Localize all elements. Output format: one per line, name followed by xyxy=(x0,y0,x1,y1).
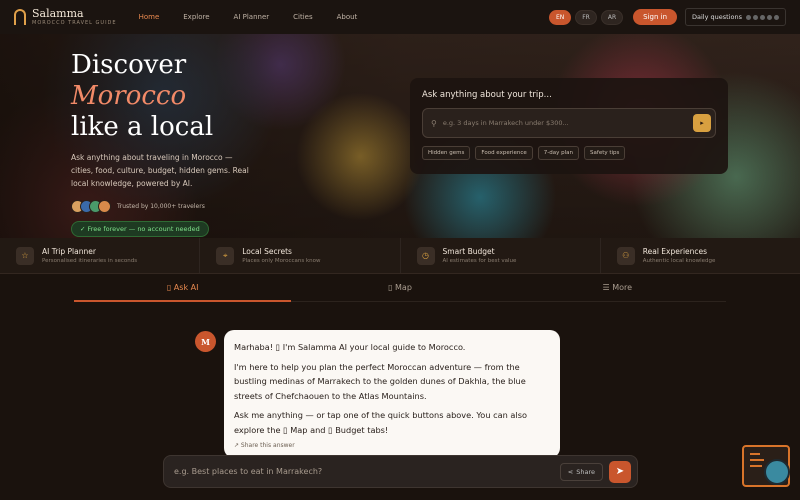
sign-in-button[interactable]: Sign in xyxy=(633,9,678,25)
lang-en-button[interactable]: EN xyxy=(548,9,572,25)
trip-question-input[interactable]: ⚲ e.g. 3 days in Marrakech under $300...… xyxy=(422,108,716,138)
feature-subtitle: Places only Moroccans know xyxy=(242,258,321,264)
widget-line xyxy=(750,465,762,467)
assistant-message: Marhaba! ▯ I'm Salamma AI your local gui… xyxy=(224,330,560,458)
feature-ai-trip-planner: ☆ AI Trip Planner Personalised itinerarie… xyxy=(0,238,201,273)
tab-ask-ai[interactable]: ▯ Ask AI xyxy=(74,276,292,302)
floating-helper-widget[interactable] xyxy=(742,445,790,487)
clock-icon: ◷ xyxy=(416,246,435,265)
chip-safety-tips[interactable]: Safety tips xyxy=(584,146,626,160)
brand-name: Salamma xyxy=(32,7,84,20)
content-tabs: ▯ Ask AI ▯ Map ☰ More xyxy=(74,276,726,302)
tab-more[interactable]: ☰ More xyxy=(509,276,726,302)
people-icon: ⚇ xyxy=(616,246,635,265)
search-icon: ⚲ xyxy=(431,118,437,128)
send-button[interactable]: ➤ xyxy=(609,460,631,483)
trip-question-placeholder: e.g. 3 days in Marrakech under $300... xyxy=(442,119,569,127)
nav-cities[interactable]: Cities xyxy=(293,13,324,21)
lang-fr-button[interactable]: FR xyxy=(575,9,597,25)
message-paragraph: Marhaba! ▯ I'm Salamma AI your local gui… xyxy=(234,342,466,352)
chat-input-bar[interactable]: e.g. Best places to eat in Marrakech? ⋖ … xyxy=(163,455,638,488)
nav-ai-planner[interactable]: AI Planner xyxy=(234,13,282,21)
widget-line xyxy=(750,453,760,455)
assistant-avatar: M xyxy=(195,331,216,352)
trust-text: Trusted by 10,000+ travelers xyxy=(117,203,205,210)
share-icon: ⋖ xyxy=(567,467,574,476)
feature-subtitle: Personalised itineraries in seconds xyxy=(42,258,138,264)
message-paragraph: I'm here to help you plan the perfect Mo… xyxy=(234,361,526,401)
logo[interactable]: Salamma MOROCCO TRAVEL GUIDE xyxy=(14,8,117,26)
hero-title-accent: Morocco xyxy=(71,81,187,111)
share-label: Share xyxy=(576,467,595,476)
nav-explore[interactable]: Explore xyxy=(183,13,221,21)
chip-hidden-gems[interactable]: Hidden gems xyxy=(422,146,471,160)
chip-7-day-plan[interactable]: 7-day plan xyxy=(537,146,580,160)
feature-title: AI Trip Planner xyxy=(42,247,96,256)
feature-subtitle: Authentic local knowledge xyxy=(642,258,716,264)
feature-smart-budget: ◷ Smart Budget AI estimates for best valu… xyxy=(401,238,601,273)
feature-strip: ☆ AI Trip Planner Personalised itinerarie… xyxy=(0,238,800,274)
ask-title: Ask anything about your trip... xyxy=(422,90,552,100)
traveler-avatars xyxy=(71,200,111,213)
trust-row: Trusted by 10,000+ travelers xyxy=(71,200,271,213)
feature-title: Local Secrets xyxy=(242,247,292,256)
avatar xyxy=(98,200,111,213)
message-paragraph: Ask me anything — or tap one of the quic… xyxy=(234,410,527,435)
star-icon: ☆ xyxy=(16,246,34,265)
hero-description: Ask anything about traveling in Morocco … xyxy=(71,153,249,188)
widget-face-icon xyxy=(764,459,790,485)
pin-icon: ⌖ xyxy=(216,246,235,265)
free-badge: ✓ Free forever — no account needed xyxy=(71,221,209,237)
feature-real-experiences: ⚇ Real Experiences Authentic local knowle… xyxy=(601,238,800,273)
hero-title-part1: Discover xyxy=(71,50,187,80)
hero-title: Discover Morocco like a local xyxy=(71,50,271,143)
ask-submit-button[interactable]: ▸ xyxy=(693,114,711,132)
daily-questions-button[interactable]: Daily questions xyxy=(685,8,786,26)
lang-ar-button[interactable]: AR xyxy=(600,9,624,25)
tab-map[interactable]: ▯ Map xyxy=(291,276,508,302)
nav-about[interactable]: About xyxy=(337,13,370,21)
arch-logo-icon xyxy=(14,9,26,25)
hero-title-line2: like a local xyxy=(71,112,214,142)
top-nav: Salamma MOROCCO TRAVEL GUIDE Home Explor… xyxy=(0,0,800,34)
nav-home[interactable]: Home xyxy=(139,13,172,21)
feature-title: Real Experiences xyxy=(642,247,708,256)
feature-local-secrets: ⌖ Local Secrets Places only Moroccans kno… xyxy=(200,238,401,273)
feature-subtitle: AI estimates for best value xyxy=(442,258,517,264)
ask-panel: Ask anything about your trip... ⚲ e.g. 3… xyxy=(410,78,728,174)
brand-subtitle: MOROCCO TRAVEL GUIDE xyxy=(32,20,117,26)
share-button[interactable]: ⋖ Share xyxy=(559,462,603,481)
chip-food-experience[interactable]: Food experience xyxy=(475,146,533,160)
hero-section: Discover Morocco like a local Ask anythi… xyxy=(0,34,800,238)
share-answer-link[interactable]: ↗ Share this answer xyxy=(234,442,550,449)
feature-title: Smart Budget xyxy=(442,247,495,256)
progress-dots xyxy=(746,14,779,20)
daily-questions-label: Daily questions xyxy=(692,13,742,21)
widget-line xyxy=(750,459,764,461)
chat-input-placeholder: e.g. Best places to eat in Marrakech? xyxy=(174,467,323,476)
